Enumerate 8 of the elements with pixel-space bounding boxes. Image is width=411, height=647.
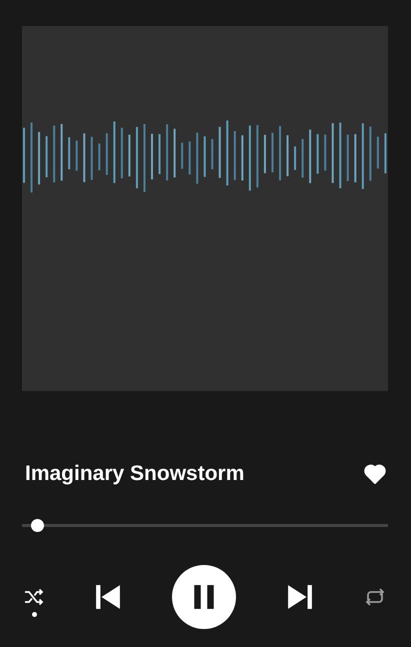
next-icon[interactable] xyxy=(287,584,313,610)
active-dot xyxy=(32,612,36,617)
heart-icon[interactable] xyxy=(364,464,386,484)
track-title: Imaginary Snowstorm xyxy=(25,462,244,486)
previous-icon[interactable] xyxy=(95,584,121,610)
shuffle-icon[interactable] xyxy=(24,589,44,605)
progress-thumb[interactable] xyxy=(31,519,44,532)
repeat-icon[interactable] xyxy=(364,588,386,606)
